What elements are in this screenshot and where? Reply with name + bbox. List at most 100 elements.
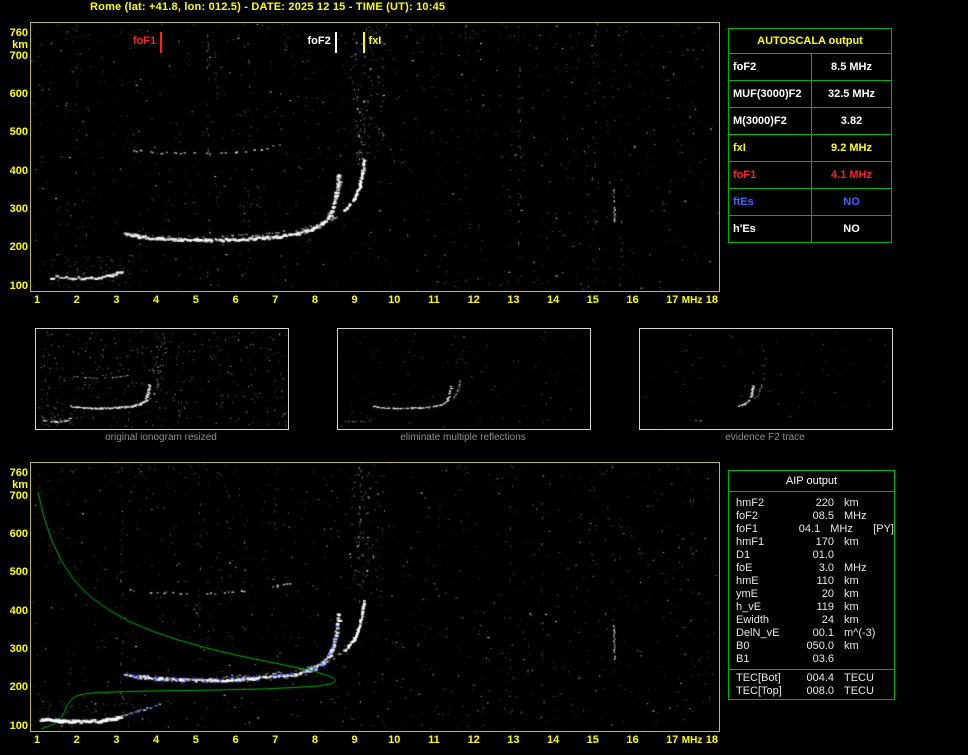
autoscala-param-label: ftEs [729, 189, 812, 215]
aip-param-unit: m^(-3) [834, 627, 894, 640]
y-tick-label: 500 [2, 126, 28, 138]
autoscala-param-value: 9.2 MHz [812, 142, 891, 154]
aip-row: hmE110km [729, 575, 894, 588]
station-date-title: Rome (lat: +41.8, lon: 012.5) - DATE: 20… [90, 1, 445, 13]
aip-row: hmF2220km [729, 497, 894, 510]
aip-row: DelN_vE00.1m^(-3) [729, 627, 894, 640]
x-tick-label: 7 [263, 294, 287, 306]
autoscala-param-value: 3.82 [812, 115, 891, 127]
y-tick-label: 700 [2, 50, 28, 62]
aip-param-unit: km [834, 614, 894, 627]
aip-param-extra: [PY] [873, 523, 894, 536]
aip-param-value: 119 [798, 601, 834, 614]
aip-param-unit: km [834, 497, 894, 510]
x-tick-label: 5 [184, 294, 208, 306]
aip-param-label: TEC[Bot] [729, 672, 798, 685]
autoscala-row: M(3000)F23.82 [729, 108, 891, 135]
x-tick-label: 8 [303, 294, 327, 306]
x-tick-label: 6 [224, 734, 248, 746]
ionogram-canvas-bottom [31, 463, 719, 731]
aip-param-unit [834, 653, 894, 666]
aip-param-value: 03.6 [798, 653, 834, 666]
aip-param-unit: km [834, 601, 894, 614]
thumbnail-canvas-original [37, 330, 287, 428]
aip-row: foE3.0MHz [729, 562, 894, 575]
y-tick-label: 100 [2, 720, 28, 732]
aip-param-unit [834, 549, 894, 562]
ionogram-canvas-top [31, 23, 719, 291]
aip-param-value: 110 [798, 575, 834, 588]
thumbnail-caption-eliminate: eliminate multiple reflections [337, 432, 589, 443]
aip-param-unit: km [834, 575, 894, 588]
x-tick-label: 14 [541, 734, 565, 746]
marker-line-foF2 [335, 32, 337, 53]
autoscala-table-title: AUTOSCALA output [729, 29, 891, 54]
aip-param-label: D1 [729, 549, 798, 562]
x-tick-label: 13 [501, 294, 525, 306]
aip-param-label: h_vE [729, 601, 798, 614]
x-tick-label: 6 [224, 294, 248, 306]
autoscala-param-value: 4.1 MHz [812, 169, 891, 181]
aip-tec-separator [729, 669, 894, 670]
aip-param-value: 004.4 [798, 672, 834, 685]
y-tick-label: 500 [2, 566, 28, 578]
aip-param-label: ymE [729, 588, 798, 601]
autoscala-param-value: NO [812, 223, 891, 235]
thumbnail-canvas-eliminate-multiples [339, 330, 589, 428]
aip-row: B0050.0km [729, 640, 894, 653]
autoscala-row: foF14.1 MHz [729, 162, 891, 189]
marker-label-foF2: foF2 [308, 35, 331, 47]
x-axis-unit-label: MHz [680, 735, 704, 746]
x-tick-label: 9 [343, 294, 367, 306]
x-tick-label: 1 [25, 734, 49, 746]
ionogram-plot-bottom [30, 462, 720, 732]
ionogram-plot-top: foF1 foF2 fxI [30, 22, 720, 292]
y-tick-label: 200 [2, 241, 28, 253]
aip-param-value: 00.1 [798, 627, 834, 640]
y-axis-unit-label: km [2, 479, 28, 491]
autoscala-row: fxI9.2 MHz [729, 135, 891, 162]
x-tick-label: 3 [104, 294, 128, 306]
x-tick-label: 11 [422, 734, 446, 746]
aip-param-label: hmF1 [729, 536, 798, 549]
aip-param-label: B1 [729, 653, 798, 666]
thumbnail-evidence-f2 [639, 328, 893, 430]
x-tick-label: 7 [263, 734, 287, 746]
aip-output-table: AIP output hmF2220kmfoF208.5MHzfoF104.1M… [728, 470, 895, 700]
y-tick-label: 400 [2, 165, 28, 177]
aip-param-label: hmE [729, 575, 798, 588]
marker-label-foF1: foF1 [133, 35, 156, 47]
x-tick-label: 11 [422, 294, 446, 306]
y-tick-label: 200 [2, 681, 28, 693]
autoscala-row: MUF(3000)F232.5 MHz [729, 81, 891, 108]
autoscala-param-value: 32.5 MHz [812, 88, 891, 100]
y-tick-label: 300 [2, 203, 28, 215]
aip-param-value: 220 [798, 497, 834, 510]
thumbnail-caption-evidence: evidence F2 trace [639, 432, 891, 443]
aip-param-label: TEC[Top] [729, 685, 798, 698]
autoscala-screen: Rome (lat: +41.8, lon: 012.5) - DATE: 20… [0, 0, 968, 755]
x-tick-label: 12 [462, 734, 486, 746]
aip-param-value: 008.0 [798, 685, 834, 698]
autoscala-table-rows: foF28.5 MHzMUF(3000)F232.5 MHzM(3000)F23… [729, 54, 891, 242]
aip-param-label: foF2 [729, 510, 798, 523]
aip-row: B103.6 [729, 653, 894, 666]
autoscala-row: ftEsNO [729, 189, 891, 216]
thumbnail-caption-original: original ionogram resized [35, 432, 287, 443]
x-tick-label: 10 [382, 734, 406, 746]
x-tick-label: 1 [25, 294, 49, 306]
autoscala-param-value: NO [812, 196, 891, 208]
aip-row: foF208.5MHz [729, 510, 894, 523]
marker-label-fxI: fxI [369, 35, 382, 47]
autoscala-output-table: AUTOSCALA output foF28.5 MHzMUF(3000)F23… [728, 28, 892, 243]
x-tick-label: 16 [621, 294, 645, 306]
x-tick-label: 5 [184, 734, 208, 746]
aip-param-unit: TECU [834, 672, 894, 685]
x-tick-label: 15 [581, 294, 605, 306]
thumbnail-canvas-evidence-f2 [641, 330, 891, 428]
aip-param-label: DelN_vE [729, 627, 798, 640]
autoscala-row: foF28.5 MHz [729, 54, 891, 81]
x-tick-label: 4 [144, 294, 168, 306]
x-tick-label: 16 [621, 734, 645, 746]
marker-line-fxI [363, 32, 365, 53]
